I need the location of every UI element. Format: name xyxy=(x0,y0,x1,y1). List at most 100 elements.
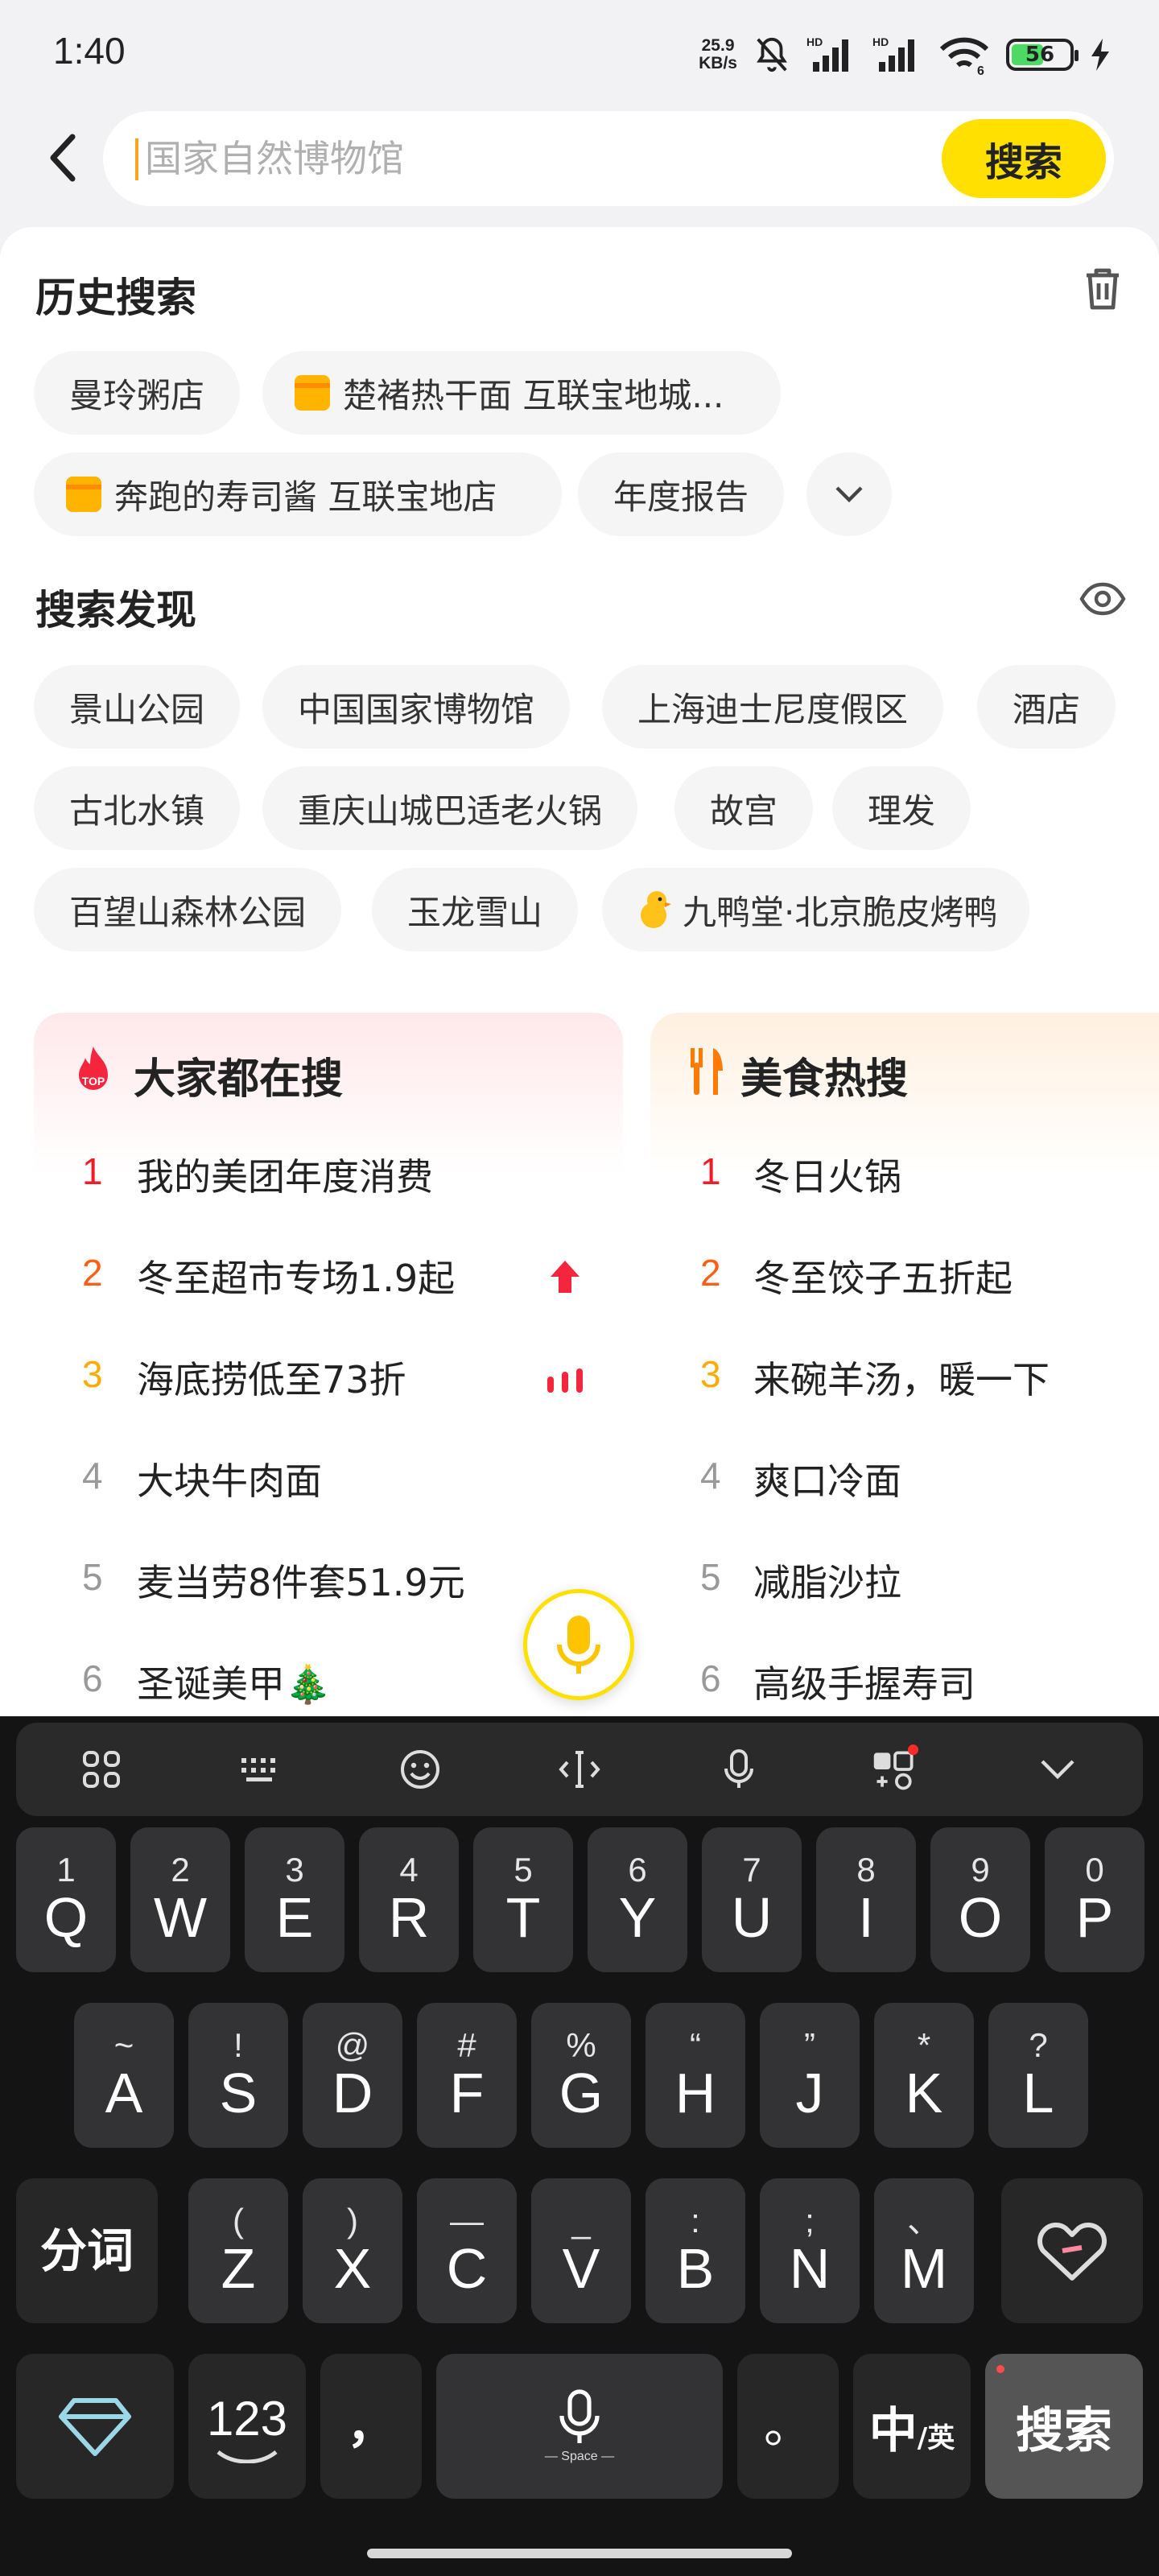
hot-item[interactable]: 3 海底捞低至73折 xyxy=(34,1330,623,1431)
search-input[interactable] xyxy=(145,130,869,187)
discover-chip[interactable]: 景山公园 xyxy=(34,665,241,749)
key-f[interactable]: # F xyxy=(417,2003,517,2148)
key-letter: E xyxy=(275,1886,314,1949)
key-letter: F xyxy=(449,2062,485,2124)
key-symbol: ! xyxy=(233,2026,243,2064)
discover-chip[interactable]: 重庆山城巴适老火锅 xyxy=(262,766,638,850)
key-k[interactable]: * K xyxy=(874,2003,974,2148)
food-item[interactable]: 3 来碗羊汤，暖一下 xyxy=(650,1330,1159,1431)
key-a[interactable]: ~ A xyxy=(74,2003,174,2148)
key-w[interactable]: 2W xyxy=(130,1827,230,1972)
key-p[interactable]: 0P xyxy=(1045,1827,1145,1972)
voice-search-button[interactable] xyxy=(523,1589,634,1700)
comma-key[interactable]: ， xyxy=(320,2354,422,2499)
space-key[interactable]: — Space — xyxy=(436,2354,723,2499)
key-t[interactable]: 5T xyxy=(473,1827,573,1972)
history-chip[interactable]: 奔跑的寿司酱 互联宝地店 xyxy=(34,452,562,536)
trash-icon[interactable] xyxy=(1082,266,1124,312)
apps-grid-icon[interactable] xyxy=(77,1745,126,1794)
key-h[interactable]: “H xyxy=(645,2003,745,2148)
history-chip[interactable]: 楚褚热干面 互联宝地城... xyxy=(262,351,781,435)
discover-chip[interactable]: 玉龙雪山 xyxy=(372,868,579,952)
search-key[interactable]: 搜索 xyxy=(985,2354,1143,2499)
lang-switch-key[interactable]: 中/英 xyxy=(853,2354,971,2499)
key-label: 。 xyxy=(764,2399,812,2453)
key-letter: G xyxy=(559,2062,604,2124)
skin-key[interactable] xyxy=(16,2354,174,2499)
top-badge: TOP xyxy=(82,1075,105,1088)
discover-chip[interactable]: 上海迪士尼度假区 xyxy=(602,665,944,749)
key-c[interactable]: — C xyxy=(417,2178,517,2323)
smile-curve-icon xyxy=(217,2450,278,2463)
home-indicator[interactable] xyxy=(367,2549,792,2558)
key-s[interactable]: ! S xyxy=(188,2003,288,2148)
key-y[interactable]: 6Y xyxy=(588,1827,687,1972)
key-label: ， xyxy=(347,2399,395,2453)
key-v[interactable]: _ V xyxy=(531,2178,631,2323)
hot-item[interactable]: 1 我的美团年度消费 xyxy=(34,1127,623,1228)
keyboard-layout-icon[interactable] xyxy=(237,1745,285,1794)
discover-chip[interactable]: 理发 xyxy=(832,766,971,850)
food-item[interactable]: 1 冬日火锅 xyxy=(650,1127,1159,1228)
history-chip[interactable]: 曼玲粥店 xyxy=(34,351,241,435)
discover-chip[interactable]: 古北水镇 xyxy=(34,766,241,850)
period-key[interactable]: 。 xyxy=(737,2354,839,2499)
calculator-icon[interactable] xyxy=(871,1744,919,1794)
net-speed-value: 25.9 xyxy=(701,36,735,55)
key-label: 123 xyxy=(206,2392,288,2446)
key-symbol: @ xyxy=(335,2026,370,2064)
hot-item[interactable]: 4 大块牛肉面 xyxy=(34,1431,623,1533)
fenci-key[interactable]: 分词 xyxy=(16,2178,158,2323)
key-x[interactable]: ) X xyxy=(303,2178,402,2323)
key-e[interactable]: 3E xyxy=(245,1827,344,1972)
key-symbol: % xyxy=(566,2026,596,2064)
svg-text:6: 6 xyxy=(977,64,984,75)
rank-number: 3 xyxy=(700,1353,721,1395)
chip-label: 上海迪士尼度假区 xyxy=(637,689,909,729)
key-u[interactable]: 7U xyxy=(702,1827,802,1972)
eye-icon[interactable] xyxy=(1079,581,1127,617)
food-item[interactable]: 5 减脂沙拉 xyxy=(650,1533,1159,1634)
history-chip[interactable]: 年度报告 xyxy=(578,452,785,536)
key-d[interactable]: @ D xyxy=(303,2003,402,2148)
cursor-move-icon[interactable] xyxy=(555,1745,604,1794)
collapse-keyboard-icon[interactable] xyxy=(1033,1745,1082,1794)
search-button[interactable]: 搜索 xyxy=(942,119,1106,198)
discover-chip[interactable]: 故宫 xyxy=(674,766,814,850)
discover-chip[interactable]: 百望山森林公园 xyxy=(34,868,342,952)
backspace-key[interactable] xyxy=(1001,2178,1143,2323)
key-q[interactable]: 1Q xyxy=(16,1827,116,1972)
search-bar[interactable]: 搜索 xyxy=(103,111,1114,206)
key-l[interactable]: ? L xyxy=(988,2003,1088,2148)
emoji-icon[interactable] xyxy=(396,1745,444,1794)
discover-chip[interactable]: 酒店 xyxy=(977,665,1116,749)
hot-item[interactable]: 2 冬至超市专场1.9起 xyxy=(34,1228,623,1330)
rank-number: 5 xyxy=(82,1556,103,1598)
key-r[interactable]: 4R xyxy=(359,1827,459,1972)
chip-label: 楚褚热干面 互联宝地城... xyxy=(343,375,724,415)
key-m[interactable]: 、 M xyxy=(874,2178,974,2323)
key-j[interactable]: ” J xyxy=(760,2003,860,2148)
numbers-key[interactable]: 123 xyxy=(188,2354,306,2499)
back-button[interactable] xyxy=(39,129,87,187)
food-item[interactable]: 2 冬至饺子五折起 xyxy=(650,1228,1159,1330)
key-i[interactable]: 8I xyxy=(816,1827,916,1972)
key-o[interactable]: 9O xyxy=(930,1827,1030,1972)
key-z[interactable]: (Z xyxy=(188,2178,288,2323)
space-mic-icon xyxy=(559,2389,600,2443)
key-letter: C xyxy=(446,2237,488,2300)
key-b[interactable]: :B xyxy=(645,2178,745,2323)
key-letter: W xyxy=(153,1886,208,1949)
keyboard-mic-icon[interactable] xyxy=(715,1745,763,1794)
key-letter: I xyxy=(858,1886,874,1949)
history-expand-button[interactable] xyxy=(806,452,892,536)
battery-indicator: 56 xyxy=(1006,39,1079,71)
food-item[interactable]: 4 爽口冷面 xyxy=(650,1431,1159,1533)
key-n[interactable]: ; N xyxy=(760,2178,860,2323)
key-letter: U xyxy=(731,1886,773,1949)
rank-number: 5 xyxy=(700,1556,721,1598)
key-g[interactable]: % G xyxy=(531,2003,631,2148)
key-symbol: “ xyxy=(690,2026,701,2064)
discover-chip[interactable]: 九鸭堂·北京脆皮烤鸭 xyxy=(602,868,1030,952)
discover-chip[interactable]: 中国国家博物馆 xyxy=(262,665,571,749)
